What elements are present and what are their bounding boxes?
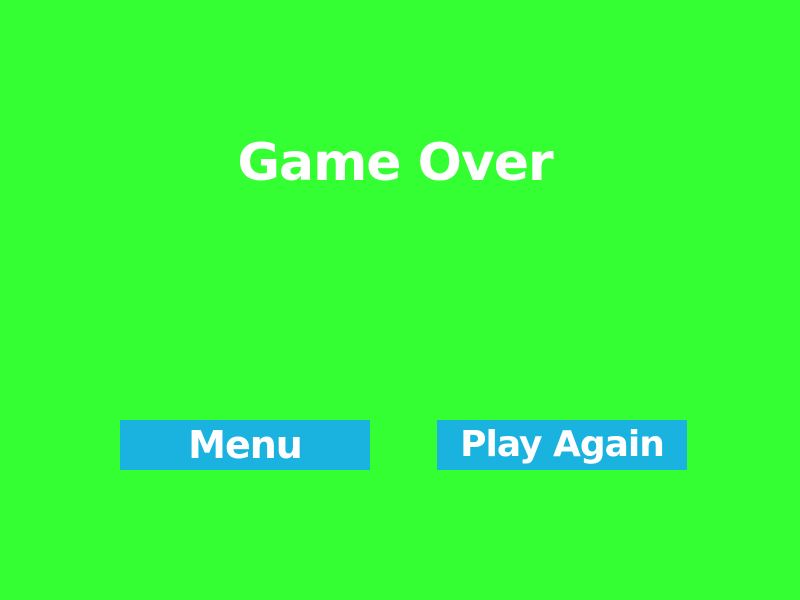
menu-button[interactable]: Menu [120,420,370,470]
play-again-button[interactable]: Play Again [437,420,687,470]
game-over-title: Game Over [237,133,553,193]
game-over-screen: Game Over Menu Play Again [0,0,800,600]
